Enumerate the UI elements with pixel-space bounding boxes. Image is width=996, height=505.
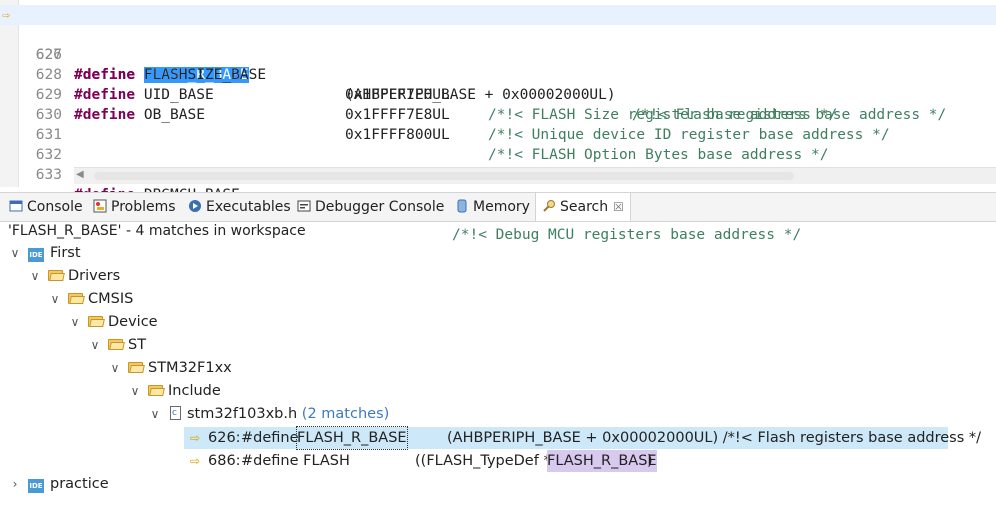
ide-project-icon: IDE [28,248,44,262]
tree-label: Device [108,314,158,330]
tab-console[interactable]: Console [9,193,83,221]
tree-label: First [50,245,81,261]
tree-label: ST [128,337,147,353]
chevron-down-icon[interactable]: ∨ [149,403,161,426]
tab-debugger-console[interactable]: Debugger Console [297,193,444,221]
match-rest: (AHBPERIPH_BASE + 0x00002000UL) /*!< Fla… [447,430,982,446]
tab-label: Debugger Console [315,199,445,215]
tab-label: Problems [111,199,176,215]
tree-label: STM32F1xx [148,360,232,376]
tab-search[interactable]: Search ☒ [535,193,631,221]
current-line-arrow-icon: ⇨ [2,8,10,23]
code-comment: /*!< Debug MCU registers base address */ [452,227,802,243]
match-count: (2 matches) [301,406,390,422]
executables-icon [189,200,201,212]
code-editor[interactable]: ⇨ 626 #define FLASH_R_BASE (AHBPERIPH_BA… [0,0,996,243]
tree-label: stm32f103xb.h [187,406,298,422]
tab-label: Console [27,199,83,215]
chevron-down-icon[interactable]: ∨ [89,334,101,357]
match-line-number: 686: [208,453,241,469]
close-tab-icon[interactable]: ☒ [613,200,624,214]
scrollbar-thumb[interactable] [94,172,794,180]
chevron-right-icon[interactable]: › [9,473,21,496]
folder-open-icon [88,315,105,327]
code-line-629[interactable]: 629 #define OB_BASE 0x1FFFF800UL /*!< FL… [0,65,996,163]
chevron-down-icon[interactable]: ∨ [69,311,81,334]
code-line-630[interactable]: 630 [0,85,996,123]
match-code: #define FLASH [241,453,350,469]
code-line-631[interactable]: 631 [0,105,996,143]
folder-open-icon [108,338,125,350]
search-summary: 'FLASH_R_BASE' - 4 matches in workspace [8,223,306,239]
match-code: #define [241,430,299,446]
search-icon [543,200,555,212]
tab-label: Search [560,199,609,215]
view-tab-bar: Console Problems Executables Debugger Co… [0,192,996,222]
tab-memory[interactable]: Memory [455,193,530,221]
tree-label: CMSIS [88,291,134,307]
chevron-down-icon[interactable]: ∨ [109,357,121,380]
tree-label: Drivers [68,268,121,284]
ide-project-icon: IDE [28,479,44,493]
code-line-633[interactable]: 633 #define DBGMCU_BASE 0xE0042000UL /*!… [0,145,996,243]
chevron-down-icon[interactable]: ∨ [9,242,21,265]
match-prefix: ((FLASH_TypeDef *) [415,453,557,469]
tree-label: practice [50,476,109,492]
match-highlight: FLASH_R_BASE [296,426,408,450]
line-number: 633 [35,167,62,183]
code-line-628[interactable]: 628 #define UID_BASE 0x1FFFF7E8UL /*!< U… [0,45,996,143]
tree-label: Include [168,383,221,399]
console-icon [9,200,23,212]
search-match-686[interactable]: ⇨ 686: #define FLASH ((FLASH_TypeDef *) … [184,450,948,472]
match-arrow-icon: ⇨ [190,454,201,468]
code-line-627[interactable]: 627 #define FLASHSIZE_BASE 0x1FFFF7E0UL … [0,25,996,123]
match-line-number: 626: [208,430,241,446]
folder-open-icon [68,292,85,304]
tab-problems[interactable]: Problems [93,193,176,221]
folder-open-icon [128,361,145,373]
scroll-left-icon[interactable]: ◀ [76,169,84,180]
tab-executables[interactable]: Executables [188,193,291,221]
code-line-632[interactable]: 632 [0,125,996,163]
problems-icon [93,199,107,213]
folder-open-icon [148,384,165,396]
match-arrow-icon: ⇨ [190,431,201,445]
folder-open-icon [48,269,65,281]
memory-icon [457,199,467,213]
tab-label: Executables [206,199,291,215]
tab-label: Memory [473,199,530,215]
header-file-icon [170,402,181,425]
match-highlight: FLASH_R_BASE [547,450,657,472]
match-suffix: ) [647,453,653,469]
search-match-626[interactable]: ⇨ 626: #define FLASH_R_BASE (AHBPERIPH_B… [184,426,981,450]
horizontal-scrollbar[interactable]: ◀ [74,167,996,184]
code-line-626[interactable]: ⇨ 626 #define FLASH_R_BASE (AHBPERIPH_BA… [0,5,996,123]
chevron-down-icon[interactable]: ∨ [49,288,61,311]
chevron-down-icon[interactable]: ∨ [29,265,41,288]
debugger-console-icon [297,200,311,212]
chevron-down-icon[interactable]: ∨ [129,380,141,403]
